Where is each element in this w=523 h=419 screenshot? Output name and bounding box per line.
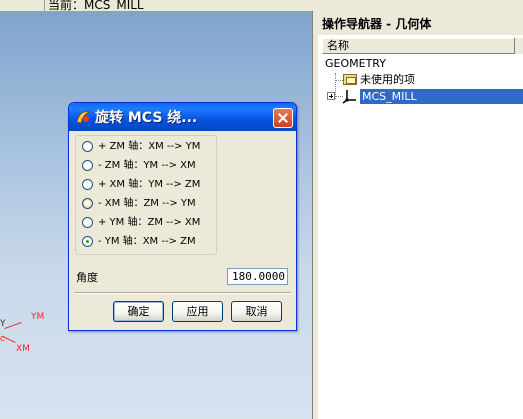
tree-item-unused[interactable]: 未使用的项 — [360, 72, 415, 87]
tree-root-geometry[interactable]: GEOMETRY — [325, 57, 386, 70]
column-header-name[interactable]: 名称 — [322, 38, 523, 54]
radio-button[interactable] — [82, 217, 93, 228]
column-header-end — [514, 38, 523, 54]
axis-label-c: c — [0, 334, 5, 344]
dialog-divider — [74, 292, 291, 294]
axis-line-ym — [4, 321, 22, 330]
radio-button[interactable] — [82, 198, 93, 209]
angle-input[interactable]: 180.0000 — [227, 268, 288, 285]
cancel-button[interactable]: 取消 — [231, 301, 282, 322]
radio-button[interactable] — [82, 179, 93, 190]
radio-button[interactable] — [82, 141, 93, 152]
ok-button[interactable]: 确定 — [113, 301, 164, 322]
tree-connector — [335, 80, 343, 81]
expand-icon[interactable] — [327, 92, 335, 100]
rotation-options-group: + ZM 轴：XM --> YM - ZM 轴：YM --> XM + XM 轴… — [75, 135, 217, 255]
dialog-title: 旋转 MCS 绕... — [95, 110, 198, 126]
operation-navigator: 操作导航器 - 几何体 名称 GEOMETRY 未使用的项 MCS_MILL — [318, 11, 523, 419]
top-strip: 当前：MCS_MILL — [0, 0, 523, 12]
apply-button[interactable]: 应用 — [172, 301, 223, 322]
axis-label-ym: YM — [31, 312, 45, 322]
close-button[interactable] — [273, 108, 293, 128]
tree-item-label: MCS_MILL — [362, 90, 417, 103]
mcs-axis-icon — [342, 90, 356, 104]
tree-item-mcs-mill[interactable]: MCS_MILL — [360, 89, 523, 104]
radio-button-checked[interactable] — [82, 236, 93, 247]
dialog-titlebar[interactable]: 旋转 MCS 绕... — [69, 103, 296, 131]
axis-label-xm: XM — [16, 344, 30, 354]
folder-icon — [343, 74, 357, 85]
app-logo-icon — [76, 111, 91, 124]
angle-label: 角度 — [76, 271, 98, 284]
radio-button[interactable] — [82, 160, 93, 171]
tree-item-label: 未使用的项 — [360, 73, 415, 86]
rotate-mcs-dialog: 旋转 MCS 绕... + ZM 轴：XM --> YM - ZM 轴：YM -… — [68, 102, 297, 331]
navigator-title: 操作导航器 - 几何体 — [318, 11, 523, 35]
top-strip-separator — [44, 0, 45, 11]
